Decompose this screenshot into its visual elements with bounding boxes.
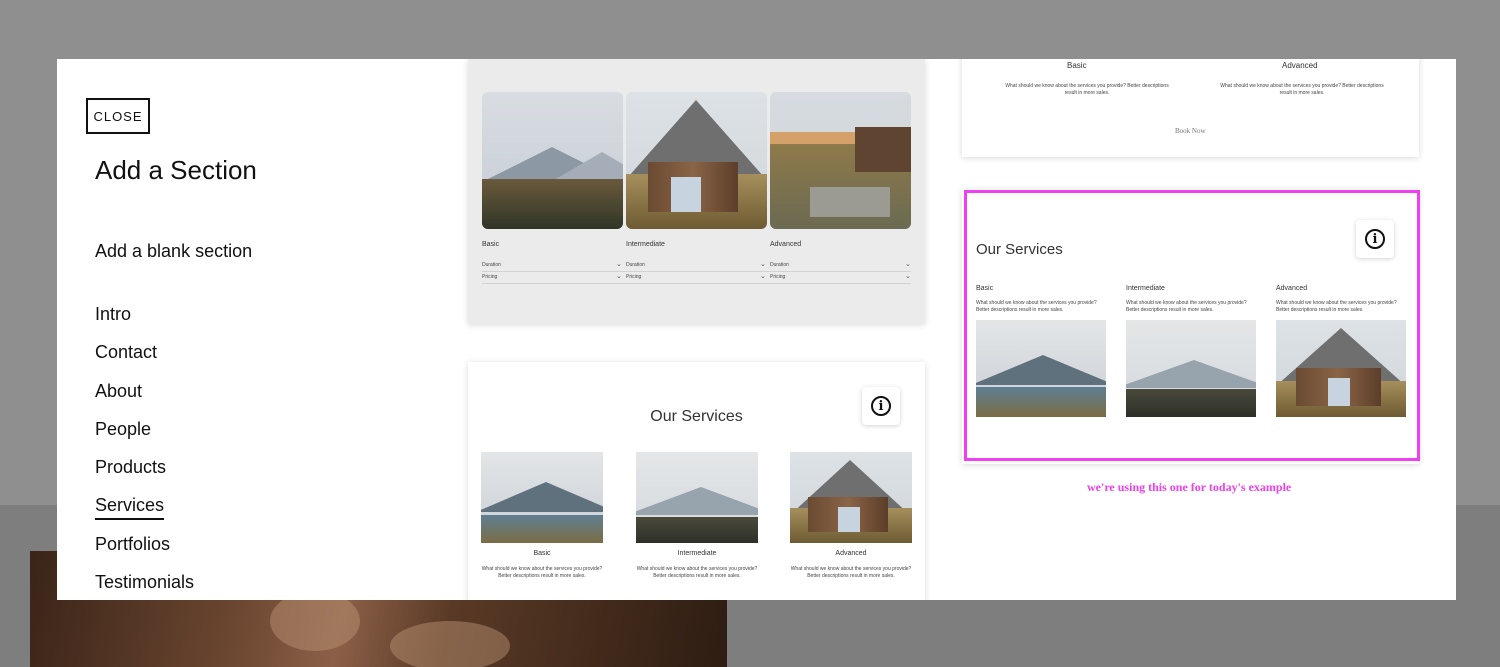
template-image [626,92,767,229]
column-label: Basic [482,241,500,248]
section-template-services-cards[interactable]: Our Services i Basic Intermediate Advanc… [468,362,925,600]
column-label: Advanced [770,241,802,248]
category-services[interactable]: Services [95,493,194,531]
chevron-down-icon: ⌄ [760,273,766,280]
column-label: Basic [533,550,551,557]
service-description: What should we know about the services y… [636,566,758,579]
add-blank-section-link[interactable]: Add a blank section [95,241,252,262]
row-label: Pricing [626,274,642,280]
template-image [481,452,603,543]
column-label: Intermediate [626,241,665,248]
category-products[interactable]: Products [95,455,194,493]
add-section-modal: CLOSE Add a Section Add a blank section … [57,59,1456,600]
column-label: Intermediate [677,550,717,557]
category-testimonials[interactable]: Testimonials [95,570,194,600]
row-label: Duration [770,262,789,268]
service-description: What should we know about the services y… [481,566,603,579]
annotation-note: we're using this one for today's example [1087,480,1292,494]
row-label: Pricing [770,274,786,280]
template-image [790,452,912,543]
modal-title: Add a Section [95,155,257,185]
info-button[interactable]: i [862,387,900,425]
chevron-down-icon: ⌄ [905,261,911,268]
column-label: Basic [1067,61,1087,70]
service-description: What should we know about the services y… [790,566,912,579]
template-heading: Our Services [650,408,743,425]
section-template-services-list[interactable]: Basic Advanced What should we know about… [962,59,1419,157]
template-image [770,92,911,229]
row-label: Duration [482,262,501,268]
row-label: Duration [626,262,645,268]
chevron-down-icon: ⌄ [760,261,766,268]
book-now-link: Book Now [1175,127,1206,135]
divider [482,283,911,284]
category-people[interactable]: People [95,417,194,455]
divider [482,271,911,272]
close-button[interactable]: CLOSE [86,98,150,134]
category-contact[interactable]: Contact [95,340,194,378]
section-template-pricing-grid[interactable]: Basic Intermediate Advanced Duration Dur… [468,59,925,324]
service-description: What should we know about the services y… [1220,83,1384,96]
chevron-down-icon: ⌄ [616,273,622,280]
service-description: What should we know about the services y… [1005,83,1169,96]
category-portfolios[interactable]: Portfolios [95,532,194,570]
highlight-box [964,190,1420,461]
chevron-down-icon: ⌄ [905,273,911,280]
section-category-list: Intro Contact About People Products Serv… [95,302,194,600]
template-image [636,452,758,543]
template-image [482,92,623,229]
row-label: Pricing [482,274,498,280]
category-about[interactable]: About [95,379,194,417]
column-label: Advanced [1282,61,1318,70]
info-icon: i [871,396,891,416]
chevron-down-icon: ⌄ [616,261,622,268]
category-intro[interactable]: Intro [95,302,194,340]
column-label: Advanced [835,550,867,557]
